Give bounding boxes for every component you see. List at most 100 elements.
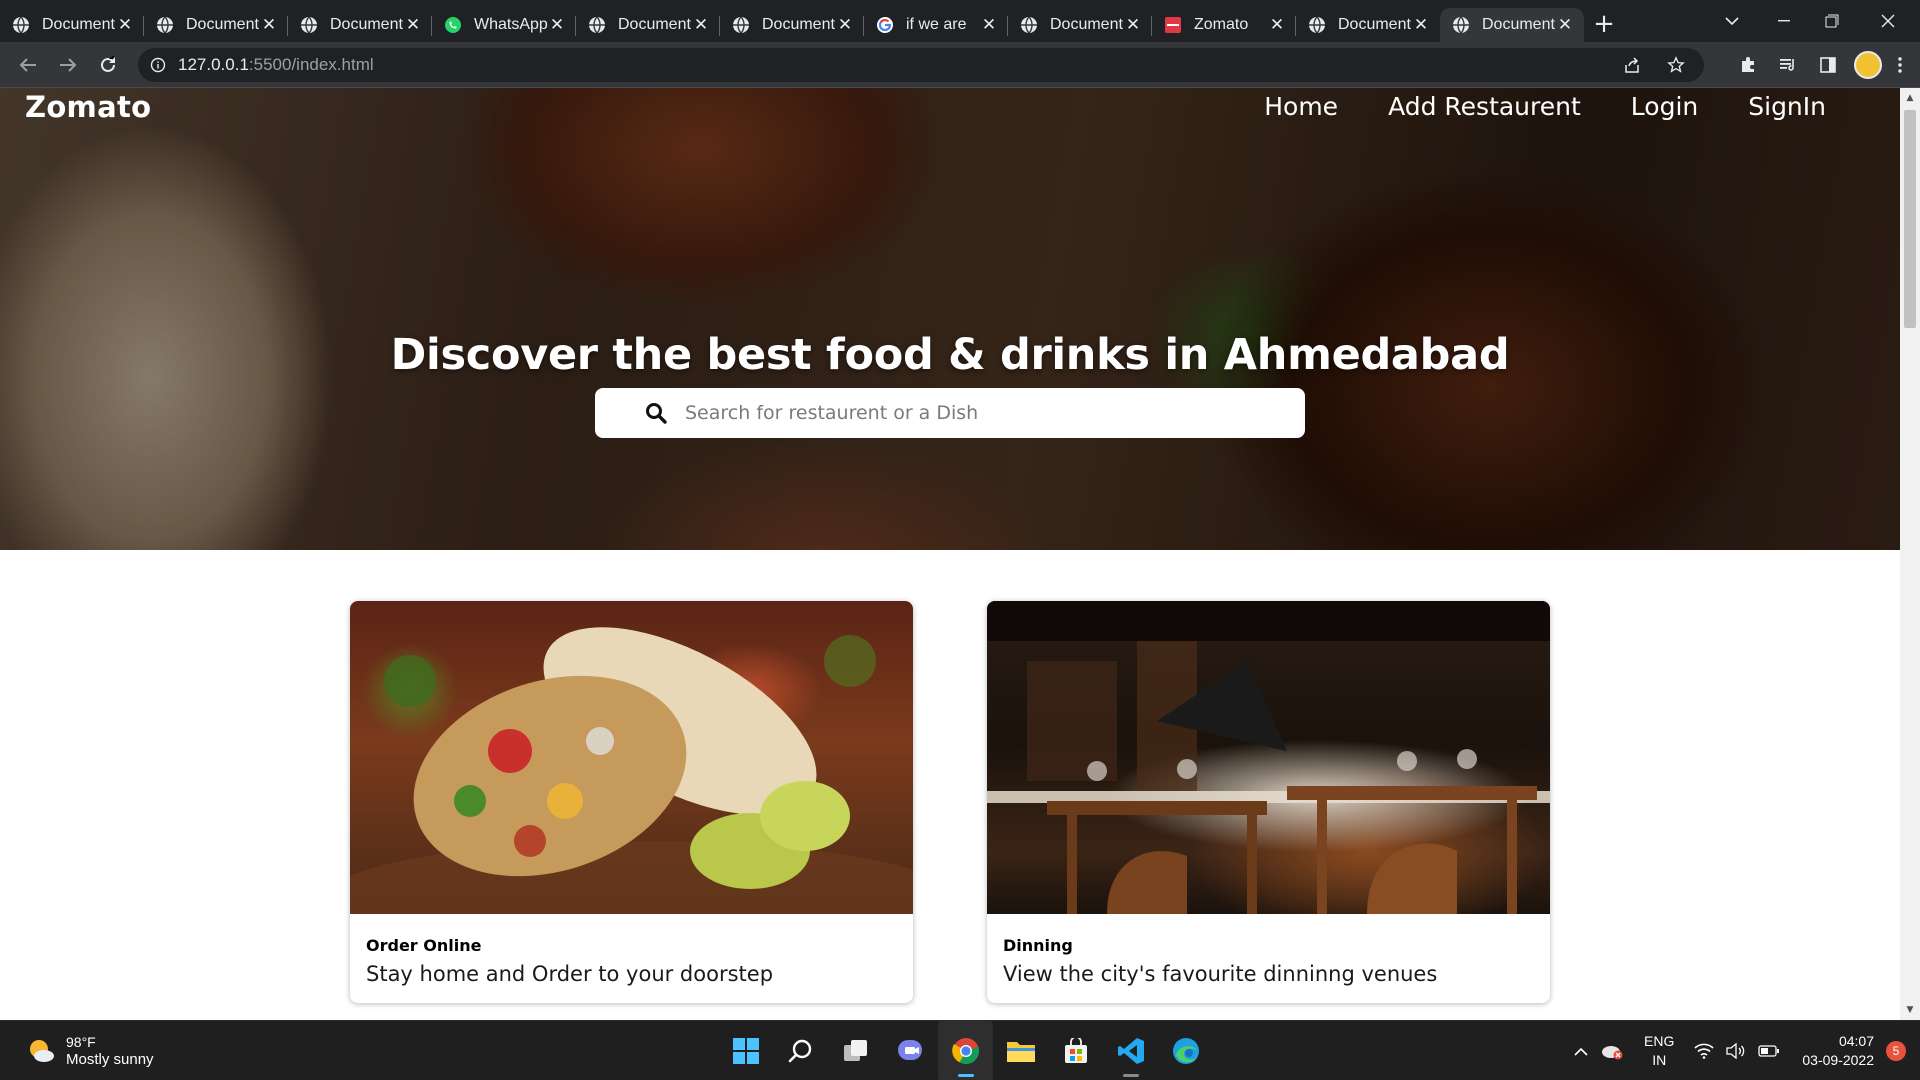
tab-close-icon[interactable]: ✕ (1412, 15, 1430, 35)
tab-close-icon[interactable]: ✕ (1124, 15, 1142, 35)
weather-temperature: 98°F (66, 1034, 96, 1050)
extensions-puzzle-icon[interactable] (1728, 45, 1768, 85)
tab-close-icon[interactable]: ✕ (692, 15, 710, 35)
tab-close-icon[interactable]: ✕ (1268, 15, 1286, 35)
browser-tab[interactable]: Document ✕ (144, 8, 288, 42)
browser-tab[interactable]: Document ✕ (1008, 8, 1152, 42)
share-icon[interactable] (1612, 45, 1652, 85)
search-icon[interactable] (773, 1021, 828, 1080)
media-queue-icon[interactable] (1768, 45, 1808, 85)
globe-icon (1452, 16, 1470, 34)
tab-title: Zomato (1194, 16, 1249, 33)
clock[interactable]: 04:07 03-09-2022 (1802, 1032, 1874, 1070)
site-info-icon[interactable] (150, 57, 166, 73)
microsoft-store-icon[interactable] (1048, 1021, 1103, 1080)
system-tray: ENG IN 04:07 03-09-2022 5 (1568, 1021, 1920, 1080)
toolbar-right-actions (1728, 45, 1912, 85)
brand-logo[interactable]: Zomato (25, 90, 151, 124)
reload-button[interactable] (88, 45, 128, 85)
volume-icon[interactable] (1726, 1043, 1746, 1059)
scrollbar-thumb[interactable] (1904, 110, 1916, 328)
tab-close-icon[interactable]: ✕ (404, 15, 422, 35)
tab-title: Document (330, 16, 403, 33)
task-view-icon[interactable] (828, 1021, 883, 1080)
url-path: :5500/index.html (248, 55, 374, 74)
browser-tab[interactable]: Document ✕ (576, 8, 720, 42)
browser-tab[interactable]: Document ✕ (0, 8, 144, 42)
tab-title: Document (1338, 16, 1411, 33)
browser-tab[interactable]: Document ✕ (1296, 8, 1440, 42)
nav-login-link[interactable]: Login (1631, 92, 1698, 121)
nav-signin-link[interactable]: SignIn (1748, 92, 1826, 121)
tab-title: if we are (906, 16, 967, 33)
edge-browser-icon[interactable] (1158, 1021, 1213, 1080)
restaurant-interior-image (987, 601, 1550, 914)
order-online-card[interactable]: Order Online Stay home and Order to your… (350, 601, 913, 1003)
dining-card[interactable]: Dinning View the city's favourite dinnin… (987, 601, 1550, 1003)
tab-close-icon[interactable]: ✕ (836, 15, 854, 35)
scroll-down-arrow-icon[interactable]: ▼ (1900, 1002, 1920, 1018)
show-hidden-icons-chevron-icon[interactable] (1574, 1047, 1588, 1056)
chrome-menu-icon[interactable] (1888, 45, 1912, 85)
browser-tab[interactable]: Zomato ✕ (1152, 8, 1296, 42)
restore-button[interactable] (1808, 0, 1856, 42)
profile-avatar-icon[interactable] (1848, 45, 1888, 85)
tab-close-icon[interactable]: ✕ (980, 15, 998, 35)
url-text: 127.0.0.1:5500/index.html (178, 55, 374, 75)
windows-start-icon[interactable] (718, 1021, 773, 1080)
bookmark-star-icon[interactable] (1656, 45, 1696, 85)
hero-headline: Discover the best food & drinks in Ahmed… (390, 330, 1510, 380)
file-explorer-icon[interactable] (993, 1021, 1048, 1080)
tab-search-chevron-icon[interactable] (1704, 0, 1760, 42)
tab-title: Document (762, 16, 835, 33)
wifi-icon[interactable] (1694, 1043, 1714, 1059)
browser-toolbar: 127.0.0.1:5500/index.html (0, 42, 1920, 88)
battery-icon[interactable] (1758, 1045, 1780, 1057)
tab-close-icon[interactable]: ✕ (1556, 15, 1574, 35)
forward-button[interactable] (48, 45, 88, 85)
page-scrollbar[interactable]: ▲ ▼ (1900, 88, 1920, 1020)
sun-cloud-icon (26, 1036, 56, 1066)
tab-close-icon[interactable]: ✕ (548, 15, 566, 35)
close-window-button[interactable] (1856, 0, 1920, 42)
scroll-up-arrow-icon[interactable]: ▲ (1900, 90, 1920, 106)
teams-chat-icon[interactable] (883, 1021, 938, 1080)
browser-tab[interactable]: Document ✕ (288, 8, 432, 42)
tab-close-icon[interactable]: ✕ (260, 15, 278, 35)
tab-title: Document (42, 16, 115, 33)
nav-home-link[interactable]: Home (1264, 92, 1338, 121)
tab-title: Document (1482, 16, 1555, 33)
tab-close-icon[interactable]: ✕ (116, 15, 134, 35)
chrome-taskbar-icon[interactable] (938, 1021, 993, 1080)
browser-tab[interactable]: if we are ✕ (864, 8, 1008, 42)
browser-tab-strip: Document ✕ Document ✕ Document ✕ WhatsApp ✕ Docu… (0, 0, 1920, 42)
tab-active[interactable]: Document ✕ (1440, 8, 1584, 42)
input-language[interactable]: ENG IN (1644, 1032, 1674, 1070)
browser-tab[interactable]: WhatsApp ✕ (432, 8, 576, 42)
language-code: ENG (1644, 1033, 1675, 1049)
vscode-icon[interactable] (1103, 1021, 1158, 1080)
back-button[interactable] (8, 45, 48, 85)
new-tab-button[interactable]: + (1584, 7, 1624, 41)
onedrive-icon[interactable] (1600, 1042, 1624, 1060)
card-title: Dinning (1003, 936, 1073, 955)
browser-tab[interactable]: Document ✕ (720, 8, 864, 42)
tab-title: Document (618, 16, 691, 33)
taskbar-apps (718, 1021, 1213, 1080)
side-panel-icon[interactable] (1808, 45, 1848, 85)
globe-icon (588, 16, 606, 34)
notification-badge[interactable]: 5 (1886, 1041, 1906, 1061)
address-bar[interactable]: 127.0.0.1:5500/index.html (138, 48, 1704, 82)
globe-icon (732, 16, 750, 34)
burrito-image (350, 601, 913, 914)
card-title: Order Online (366, 936, 482, 955)
nav-add-restaurant-link[interactable]: Add Restaurent (1388, 92, 1581, 121)
omnibox-actions (1612, 48, 1696, 82)
search-placeholder: Search for restaurent or a Dish (685, 402, 979, 424)
globe-icon (1308, 16, 1326, 34)
search-input[interactable]: Search for restaurent or a Dish (595, 388, 1305, 438)
tab-title: Document (186, 16, 259, 33)
main-nav: Home Add Restaurent Login SignIn (1264, 92, 1900, 121)
minimize-button[interactable] (1760, 0, 1808, 42)
weather-widget[interactable]: 98°F Mostly sunny (26, 1033, 154, 1069)
